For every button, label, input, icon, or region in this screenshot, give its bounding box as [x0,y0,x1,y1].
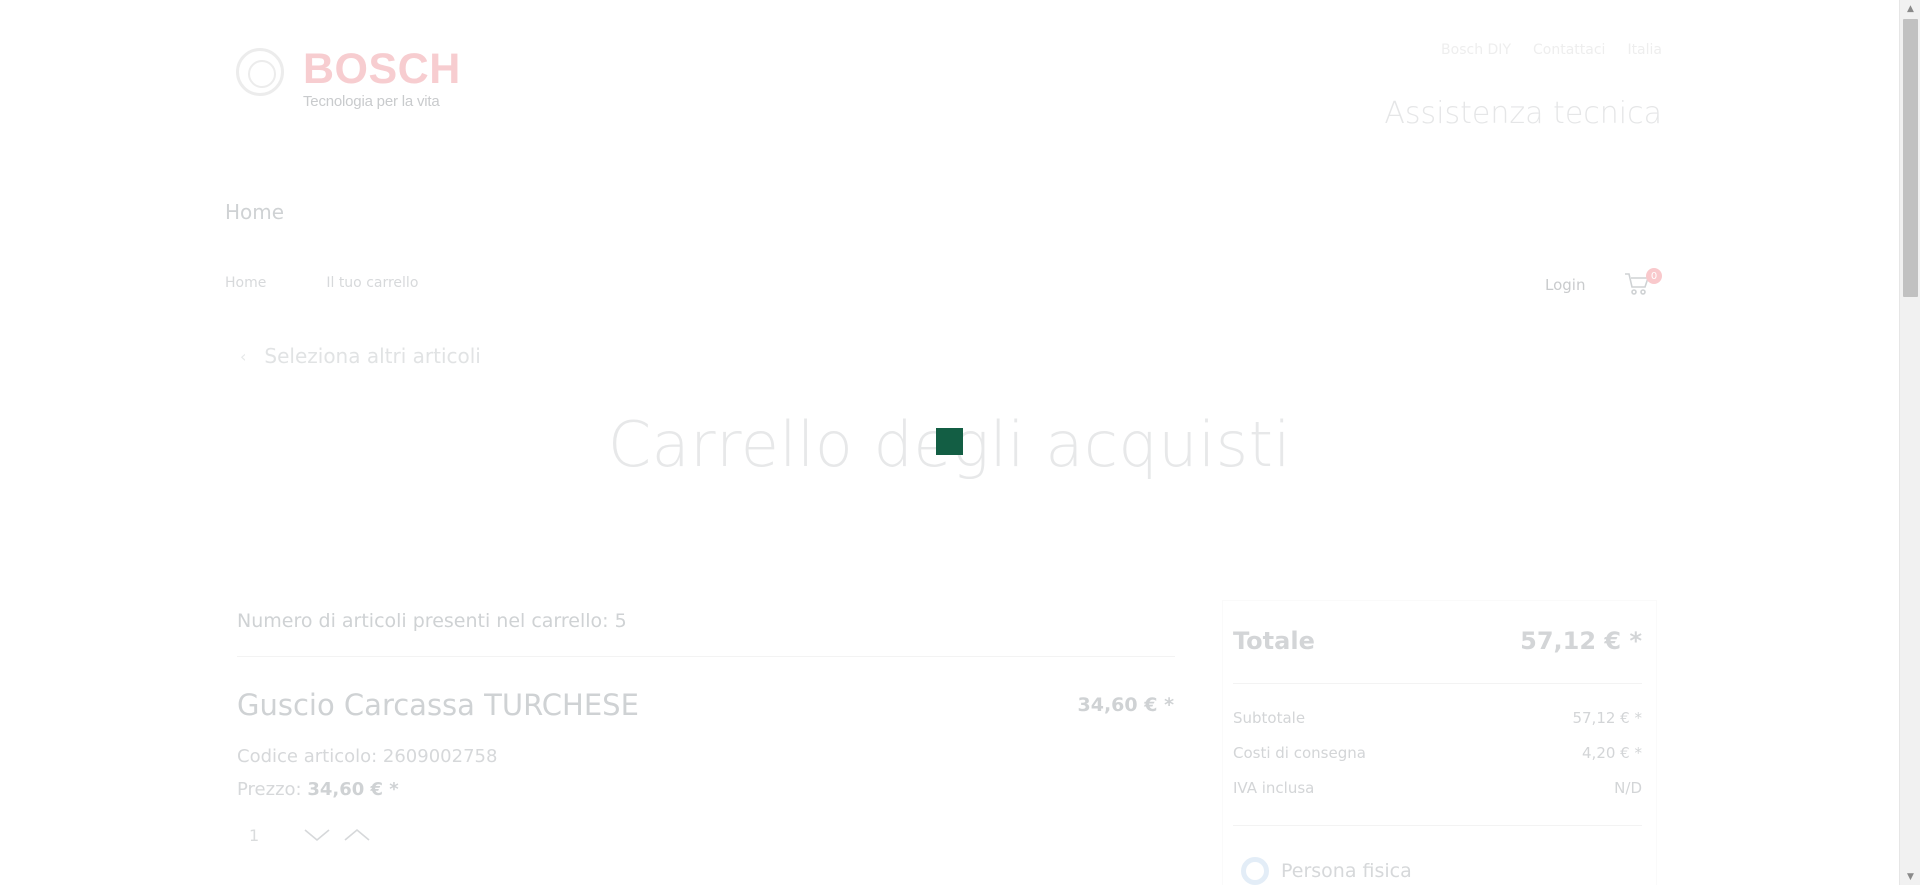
summary-row-value: N/D [1614,779,1642,797]
toplink-contattaci[interactable]: Contattaci [1533,42,1605,58]
breadcrumb-cart: Il tuo carrello [326,275,419,291]
cart-count-badge: 0 [1646,268,1662,284]
unit-price-label: Prezzo: [237,779,308,800]
top-links: Bosch DIY Contattaci Italia [1441,42,1662,58]
back-link[interactable]: ‹ Seleziona altri articoli [240,344,481,368]
summary-row-value: 57,12 € * [1572,709,1642,727]
scroll-down-icon[interactable]: ▼ [1900,868,1920,885]
breadcrumb: Home Il tuo carrello [225,275,418,291]
brand-name: BOSCH [303,45,461,93]
scroll-up-icon[interactable]: ▲ [1900,0,1920,17]
breadcrumb-home[interactable]: Home [225,275,266,291]
section-title[interactable]: Assistenza tecnica [1384,96,1662,131]
cart-item-unit-price: Prezzo: 34,60 € * [237,779,399,800]
brand-tagline: Tecnologia per la vita [303,93,440,110]
summary-row: Costi di consegna 4,20 € * [1233,744,1642,762]
cart-item-count: Numero di articoli presenti nel carrello… [237,610,627,632]
summary-row: IVA inclusa N/D [1233,779,1642,797]
divider [237,656,1175,657]
chevron-up-icon [344,828,370,841]
cart-item-price: 34,60 € * [1077,694,1174,716]
summary-total: Totale 57,12 € * [1233,627,1642,655]
summary-row-value: 4,20 € * [1582,744,1642,762]
bosch-armature-icon [236,48,284,96]
divider [1233,683,1642,684]
quantity-stepper: 1 [237,822,377,848]
quantity-decrease-button[interactable] [297,822,337,848]
chevron-left-icon: ‹ [240,346,247,366]
cart-item-name[interactable]: Guscio Carcassa TURCHESE [237,688,639,722]
summary-row-label: Subtotale [1233,709,1306,727]
loading-spinner [936,428,963,455]
login-link[interactable]: Login [1545,276,1585,294]
toplink-italia[interactable]: Italia [1627,42,1662,58]
quantity-increase-button[interactable] [337,822,377,848]
toplink-bosch-diy[interactable]: Bosch DIY [1441,42,1511,58]
chevron-down-icon [304,829,330,842]
scrollbar[interactable]: ▲ ▼ [1899,0,1920,885]
summary-row-label: IVA inclusa [1233,779,1315,797]
summary-row-label: Costi di consegna [1233,744,1366,762]
cart-button[interactable]: 0 [1624,268,1662,298]
scrollbar-thumb[interactable] [1903,19,1918,297]
radio-button[interactable] [1241,857,1269,885]
unit-price-value: 34,60 € * [307,779,399,800]
summary-row: Subtotale 57,12 € * [1233,709,1642,727]
page: BOSCH Tecnologia per la vita Bosch DIY C… [0,0,1899,885]
bosch-logo[interactable]: BOSCH Tecnologia per la vita [236,46,461,110]
total-value: 57,12 € * [1520,627,1642,655]
customer-type-label: Persona fisica [1281,860,1412,882]
quantity-value[interactable]: 1 [237,826,297,845]
back-link-label: Seleziona altri articoli [264,344,481,368]
main-nav-home[interactable]: Home [225,200,284,224]
order-summary: Totale 57,12 € * Subtotale 57,12 € * Cos… [1222,600,1657,885]
divider [1233,825,1642,826]
total-label: Totale [1233,627,1315,655]
customer-type-radio[interactable]: Persona fisica [1241,857,1412,885]
cart-item-code: Codice articolo: 2609002758 [237,746,498,767]
